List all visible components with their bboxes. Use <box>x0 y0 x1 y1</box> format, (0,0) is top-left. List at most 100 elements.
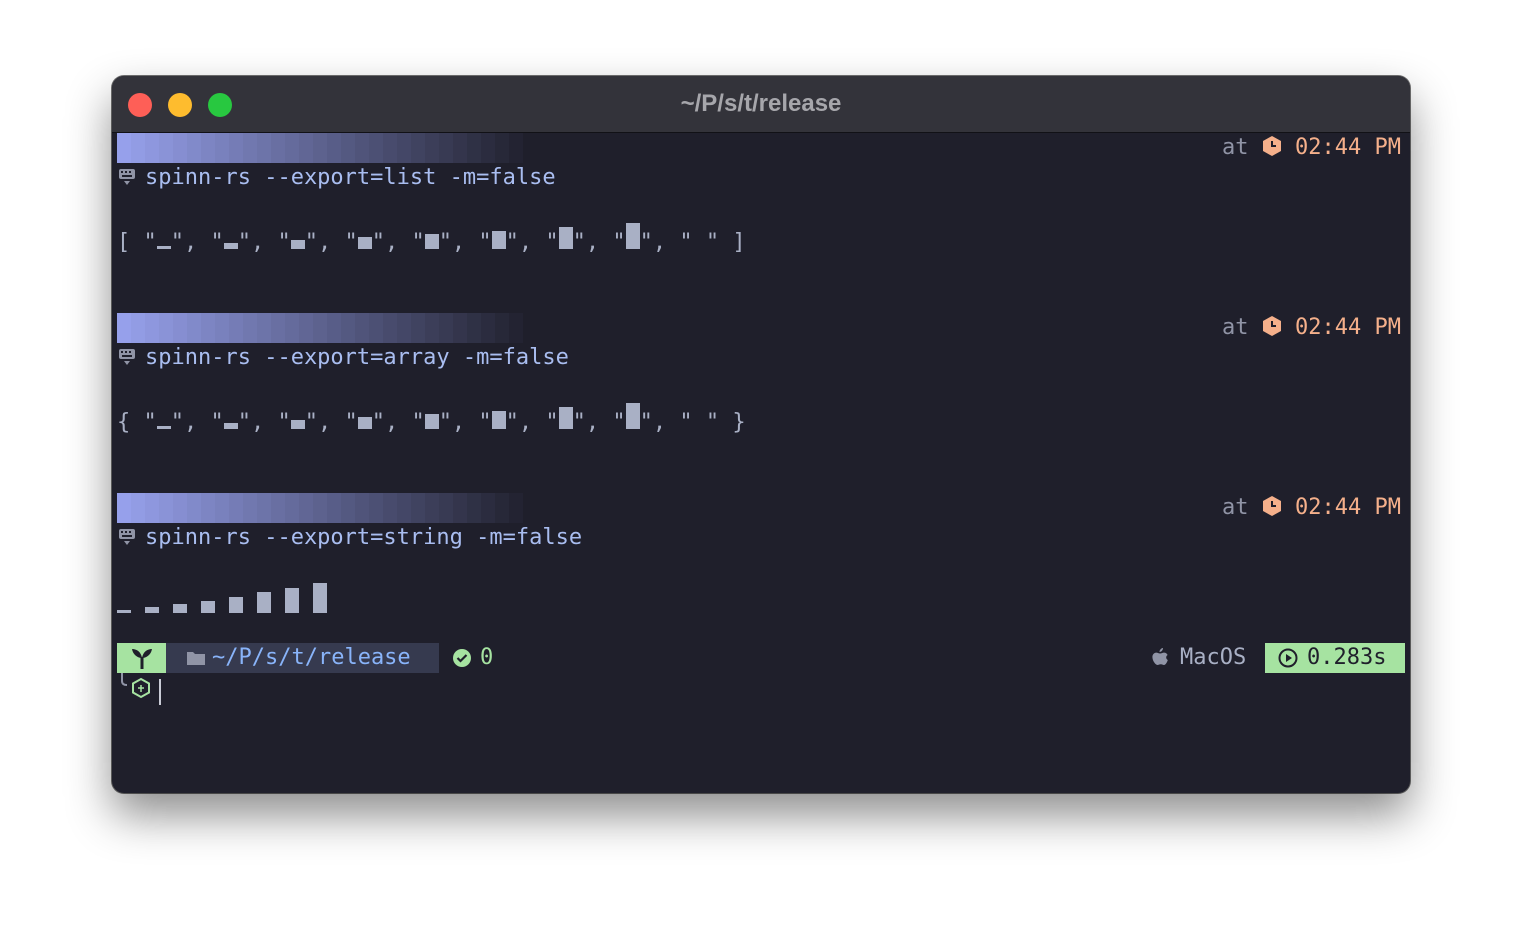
gradient-cell <box>383 133 397 163</box>
gradient-cell <box>159 313 173 343</box>
terminal-window: ~/P/s/t/release at 02:44 PM spinn-rs --e… <box>112 76 1410 793</box>
path-segment[interactable]: ~/P/s/t/release <box>166 643 439 673</box>
keyboard-icon <box>119 169 135 185</box>
gradient-cell <box>299 493 313 523</box>
branch-segment <box>117 643 166 673</box>
command-output: { " ", " ", " ", " ", " ", " ", " ", " ", " " } <box>117 403 746 438</box>
gradient-cell <box>131 493 145 523</box>
os-name: MacOS <box>1180 645 1247 670</box>
gradient-cell <box>285 313 299 343</box>
gradient-cell <box>523 313 537 343</box>
gradient-cell <box>145 313 159 343</box>
gradient-cell <box>187 313 201 343</box>
gradient-cell <box>341 493 355 523</box>
gradient-cell <box>131 133 145 163</box>
gradient-cell <box>271 313 285 343</box>
gradient-cell <box>131 313 145 343</box>
gradient-cell <box>439 493 453 523</box>
gradient-cell <box>411 493 425 523</box>
gradient-cell <box>481 133 495 163</box>
gradient-cell <box>117 493 131 523</box>
gradient-cell <box>467 313 481 343</box>
gradient-cell <box>523 493 537 523</box>
gradient-cell <box>327 313 341 343</box>
gradient-cell <box>299 313 313 343</box>
gradient-cell <box>453 133 467 163</box>
gradient-cell <box>453 493 467 523</box>
gradient-cell <box>313 313 327 343</box>
gradient-cell <box>313 133 327 163</box>
folder-icon <box>187 652 205 665</box>
gradient-cell <box>271 133 285 163</box>
clock-time: 02:44 PM <box>1295 135 1401 160</box>
keyboard-icon <box>119 529 135 545</box>
command-output <box>117 583 357 613</box>
command-output: [ " ", " ", " ", " ", " ", " ", " ", " ", " " ] <box>117 223 746 258</box>
gradient-cell <box>173 313 187 343</box>
prompt-gradient-bar <box>117 493 547 523</box>
output-close-bracket: } <box>732 410 746 435</box>
gradient-cell <box>439 133 453 163</box>
keyboard-icon <box>119 349 135 365</box>
gradient-cell <box>243 133 257 163</box>
command-line: spinn-rs --export=array -m=false <box>145 345 569 370</box>
gradient-cell <box>187 133 201 163</box>
stopwatch-icon <box>1278 648 1298 668</box>
gradient-cell <box>341 133 355 163</box>
gradient-cell <box>425 133 439 163</box>
gradient-cell <box>117 313 131 343</box>
gradient-cell <box>327 133 341 163</box>
output-open-bracket: [ <box>117 230 131 255</box>
gradient-cell <box>341 313 355 343</box>
clock-time: 02:44 PM <box>1295 495 1401 520</box>
gradient-cell <box>355 133 369 163</box>
gradient-cell <box>495 313 509 343</box>
gradient-cell <box>159 493 173 523</box>
gradient-cell <box>285 493 299 523</box>
gradient-cell <box>355 493 369 523</box>
hexagon-clock-icon <box>1262 136 1281 156</box>
terminal-content[interactable]: at 02:44 PM spinn-rs --export=list -m=fa… <box>112 133 1410 793</box>
gradient-cell <box>397 313 411 343</box>
sprout-icon <box>132 649 152 669</box>
gradient-cell <box>285 133 299 163</box>
timestamp: at 02:44 PM <box>1222 493 1401 523</box>
gradient-cell <box>229 133 243 163</box>
gradient-cell <box>509 493 523 523</box>
command-line: spinn-rs --export=list -m=false <box>145 165 556 190</box>
gradient-cell <box>215 493 229 523</box>
apple-icon <box>1152 648 1168 665</box>
hexagon-clock-icon <box>1262 316 1281 336</box>
output-open-bracket: { <box>117 410 131 435</box>
gradient-cell <box>327 493 341 523</box>
gradient-cell <box>299 133 313 163</box>
gradient-cell <box>425 313 439 343</box>
gradient-cell <box>383 313 397 343</box>
text-cursor <box>159 679 161 705</box>
hexagon-clock-icon <box>1262 496 1281 516</box>
gradient-cell <box>243 313 257 343</box>
gradient-cell <box>495 493 509 523</box>
gradient-cell <box>509 133 523 163</box>
gradient-cell <box>369 493 383 523</box>
gradient-cell <box>173 493 187 523</box>
gradient-cell <box>397 133 411 163</box>
gradient-cell <box>481 313 495 343</box>
gradient-cell <box>369 313 383 343</box>
gradient-cell <box>453 313 467 343</box>
title-bar: ~/P/s/t/release <box>112 76 1410 133</box>
gradient-cell <box>187 493 201 523</box>
gradient-cell <box>383 493 397 523</box>
gradient-cell <box>481 493 495 523</box>
output-close-bracket: ] <box>732 230 746 255</box>
nodejs-hex-icon <box>121 673 150 699</box>
exit-code: 0 <box>480 645 494 670</box>
duration-segment: 0.283s <box>1265 643 1405 673</box>
gradient-cell <box>229 313 243 343</box>
command-line: spinn-rs --export=string -m=false <box>145 525 583 550</box>
window-title: ~/P/s/t/release <box>680 90 842 117</box>
prompt-gradient-bar <box>117 133 547 163</box>
gradient-cell <box>201 493 215 523</box>
gradient-cell <box>369 133 383 163</box>
gradient-cell <box>313 493 327 523</box>
